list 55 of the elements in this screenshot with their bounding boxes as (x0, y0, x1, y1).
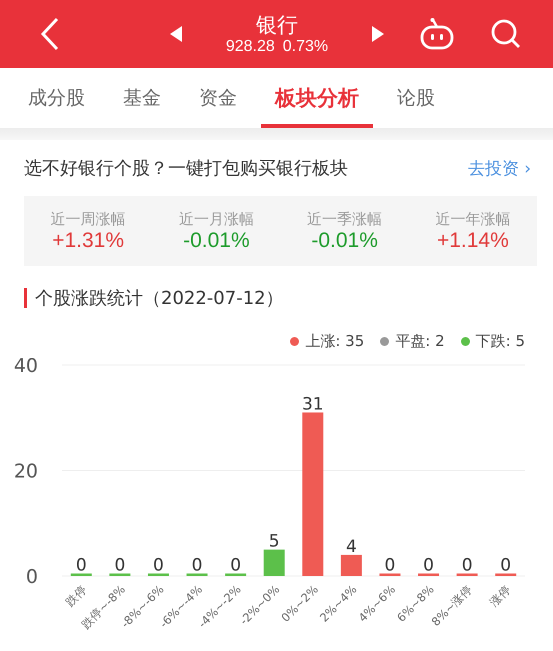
search-icon[interactable] (490, 18, 522, 50)
tab[interactable]: 基金 (109, 68, 175, 128)
legend-label: 上涨: 35 (305, 332, 364, 350)
stat-label: 近一周涨幅 (50, 210, 126, 228)
back-icon[interactable] (40, 17, 60, 51)
data-label: 0 (114, 556, 126, 576)
data-label: 0 (423, 556, 434, 576)
stat-label: 近一季涨幅 (307, 210, 382, 228)
bar (418, 574, 440, 576)
stat-label: 近一年涨幅 (435, 210, 510, 228)
robot-icon[interactable] (420, 17, 454, 51)
bar (148, 574, 169, 576)
data-label: 5 (268, 532, 280, 552)
bar (186, 574, 208, 576)
next-icon[interactable] (372, 26, 384, 42)
data-label: 0 (462, 556, 473, 576)
data-label: 0 (500, 556, 512, 576)
stat-value: -0.01% (311, 228, 378, 252)
promo-text: 选不好银行个股？一键打包购买银行板块 (24, 157, 348, 180)
data-label: 0 (192, 556, 202, 576)
index-price: 928.28 (226, 38, 275, 56)
axis-tick-label: 0 (26, 566, 38, 588)
bar (379, 574, 400, 576)
data-label: 0 (153, 556, 164, 576)
index-change: 0.73% (282, 38, 328, 56)
legend-label: 下跌: 5 (476, 332, 525, 350)
bar (340, 554, 362, 576)
section-marker (24, 288, 27, 308)
stat-value: +1.14% (436, 228, 509, 252)
legend-label: 平盘: 2 (395, 332, 445, 350)
data-label: 0 (384, 556, 396, 576)
bar (456, 574, 478, 576)
bar (225, 574, 246, 576)
axis-category-label: 跌停 (62, 582, 90, 610)
tab[interactable]: 论股 (383, 68, 449, 128)
tab[interactable]: 资金 (185, 68, 251, 128)
previous-icon[interactable] (170, 26, 182, 42)
bar (109, 574, 130, 576)
stat-value: +1.31% (52, 228, 124, 252)
stat-label: 近一月涨幅 (178, 210, 254, 228)
invest-link[interactable]: 去投资 › (468, 156, 531, 180)
data-label: 0 (230, 556, 242, 576)
bar (495, 574, 516, 576)
data-label: 0 (76, 556, 87, 576)
bar (264, 550, 285, 576)
data-label: 31 (302, 394, 324, 414)
axis-tick-label: 20 (14, 460, 38, 482)
section-title: 个股涨跌统计（2022-07-12） (35, 287, 284, 310)
stat-value: -0.01% (183, 228, 250, 252)
bar (70, 574, 92, 576)
axis-category-label: 涨停 (486, 582, 514, 610)
axis-tick-label: 40 (14, 358, 38, 377)
data-label: 4 (346, 536, 357, 557)
page-title: 银行 (256, 12, 298, 38)
tab[interactable]: 成分股 (14, 68, 99, 128)
